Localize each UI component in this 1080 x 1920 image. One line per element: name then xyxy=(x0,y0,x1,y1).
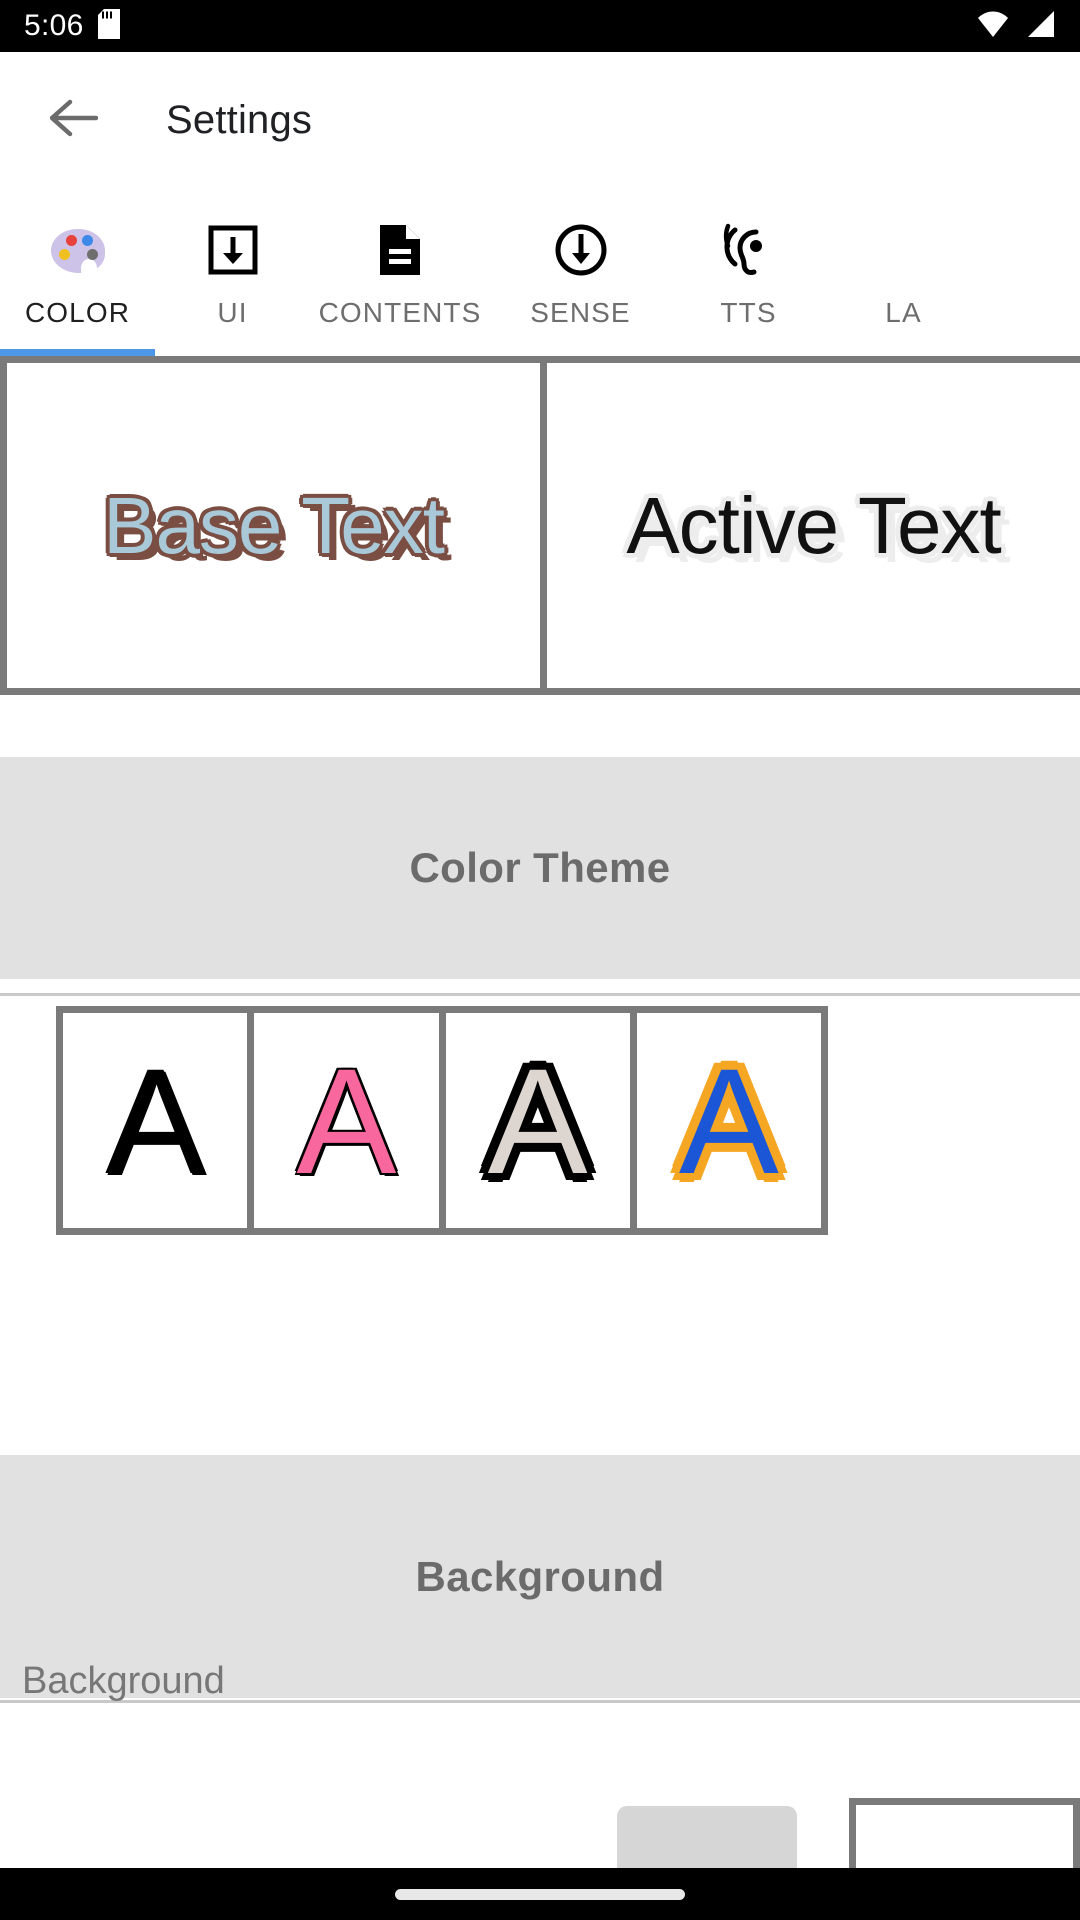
sd-card-icon xyxy=(97,8,120,44)
page-title: Settings xyxy=(166,98,313,142)
tab-sense[interactable]: SENSE xyxy=(490,189,671,356)
back-button[interactable] xyxy=(26,73,122,169)
background-row-label: Background xyxy=(22,1660,225,1702)
base-text-preview[interactable]: Base Text xyxy=(7,363,540,688)
home-indicator[interactable] xyxy=(395,1888,685,1900)
document-icon xyxy=(376,219,424,281)
status-bar-left: 5:06 xyxy=(24,8,120,44)
tab-color[interactable]: COLOR xyxy=(0,189,155,356)
tab-label-sense: SENSE xyxy=(530,297,631,328)
swatch-glyph: A xyxy=(487,1036,588,1205)
navigation-bar xyxy=(0,1868,1080,1920)
section-header-color-theme: Color Theme xyxy=(0,757,1080,979)
divider-color-theme xyxy=(0,993,1080,996)
tab-la-truncated[interactable]: LA xyxy=(826,189,981,356)
tab-label-ui: UI xyxy=(217,297,248,328)
tab-active-indicator xyxy=(0,349,155,356)
wifi-icon xyxy=(976,10,1010,43)
signal-icon xyxy=(1024,10,1056,43)
color-theme-swatch-2[interactable]: A xyxy=(254,1013,439,1228)
base-text-sample: Base Text xyxy=(103,480,445,570)
swatch-glyph: A xyxy=(678,1036,779,1205)
color-palette-icon xyxy=(50,219,105,281)
download-box-icon xyxy=(207,219,259,281)
text-preview-panels: Base Text Active Text xyxy=(0,356,1080,695)
swatch-glyph: A xyxy=(296,1036,397,1205)
color-theme-swatch-1[interactable]: A xyxy=(63,1013,248,1228)
tab-label-la: LA xyxy=(885,297,922,328)
tab-strip[interactable]: COLOR UI CONTENTS SENSE TTS LA xyxy=(0,189,1080,356)
section-title-color-theme: Color Theme xyxy=(409,844,671,891)
circle-down-arrow-icon xyxy=(554,219,608,281)
active-text-preview[interactable]: Active Text xyxy=(547,363,1080,688)
section-title-background: Background xyxy=(415,1552,665,1600)
hearing-ear-icon xyxy=(722,219,776,281)
tab-contents[interactable]: CONTENTS xyxy=(310,189,490,356)
settings-screen: 5:06 Settings COLOR UI CONTENTS SENSE TT… xyxy=(0,0,1080,1920)
status-bar-clock: 5:06 xyxy=(24,9,84,42)
back-arrow-icon xyxy=(49,98,99,143)
tab-label-color: COLOR xyxy=(24,297,131,328)
tab-label-contents: CONTENTS xyxy=(318,297,482,328)
color-theme-swatch-row[interactable]: A A A A xyxy=(56,1006,828,1235)
color-theme-swatch-4[interactable]: A xyxy=(636,1013,821,1228)
active-text-sample: Active Text xyxy=(626,480,1001,570)
swatch-glyph: A xyxy=(105,1036,206,1205)
tab-ui[interactable]: UI xyxy=(155,189,310,356)
status-bar-right xyxy=(976,10,1056,43)
status-bar: 5:06 xyxy=(0,0,1080,52)
tab-tts[interactable]: TTS xyxy=(671,189,826,356)
app-bar: Settings xyxy=(0,52,1080,189)
color-theme-swatch-3[interactable]: A xyxy=(445,1013,630,1228)
tab-label-tts: TTS xyxy=(720,297,777,328)
